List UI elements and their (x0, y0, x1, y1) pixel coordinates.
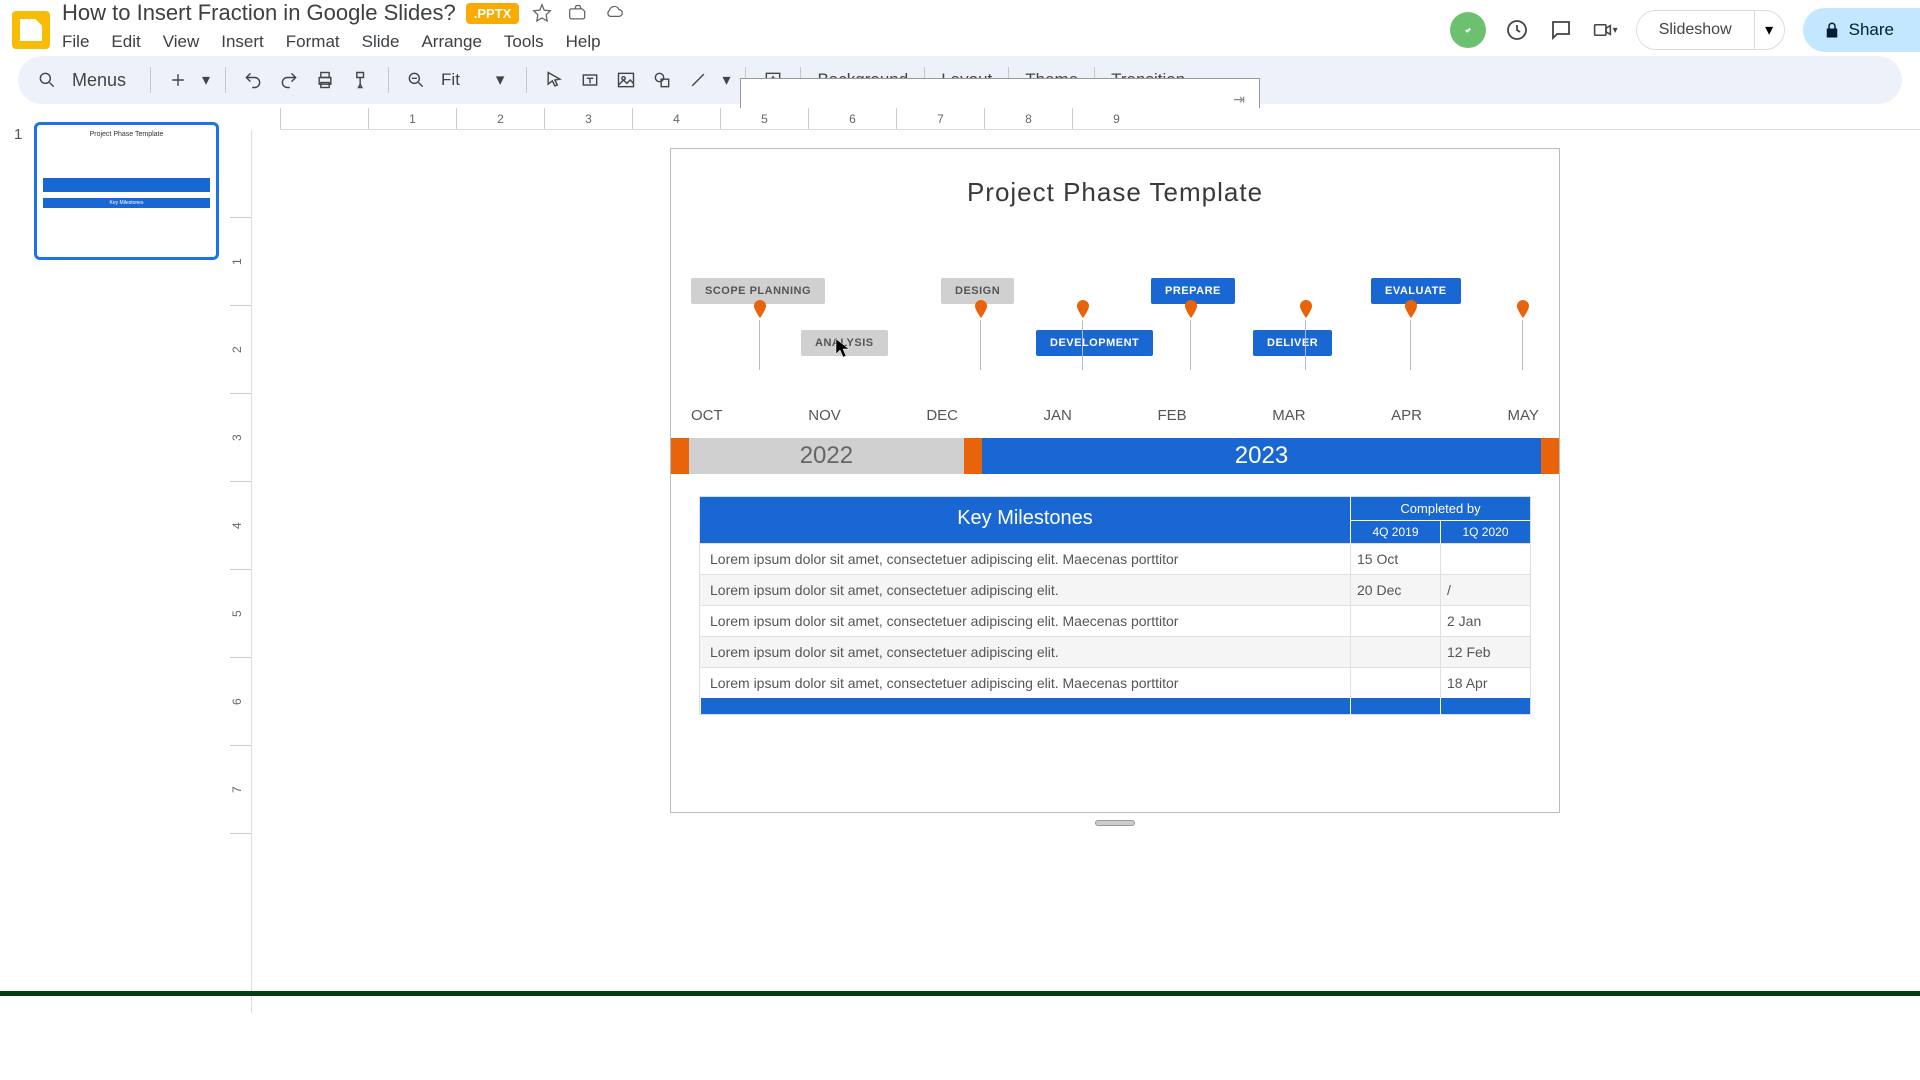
move-icon[interactable] (567, 2, 589, 24)
pin-icon (1076, 300, 1090, 320)
timeline[interactable]: SCOPE PLANNING ANALYSIS DESIGN DEVELOPME… (671, 278, 1559, 438)
menu-insert[interactable]: Insert (221, 32, 264, 52)
pin-icon (974, 300, 988, 320)
row-col1: 15 Oct (1350, 544, 1440, 574)
ruler-vertical: 1234567 (230, 130, 252, 1013)
shape-icon[interactable] (647, 65, 677, 95)
menu-help[interactable]: Help (566, 32, 601, 52)
menu-bar: File Edit View Insert Format Slide Arran… (62, 28, 639, 60)
row-desc: Lorem ipsum dolor sit amet, consectetuer… (700, 544, 1350, 574)
table-row[interactable]: Lorem ipsum dolor sit amet, consectetuer… (700, 605, 1530, 636)
row-col1: 20 Dec (1350, 575, 1440, 605)
pin-icon (1299, 300, 1313, 320)
comments-icon[interactable] (1548, 17, 1574, 43)
slides-logo-icon[interactable] (12, 11, 50, 49)
menu-file[interactable]: File (62, 32, 89, 52)
share-label: Share (1849, 20, 1894, 40)
mouse-cursor-icon (835, 338, 851, 358)
present-camera-icon[interactable]: ▾ (1592, 17, 1618, 43)
menu-view[interactable]: View (163, 32, 200, 52)
row-col2: 18 Apr (1440, 668, 1530, 698)
slideshow-dropdown[interactable]: ▾ (1754, 11, 1784, 49)
row-col2 (1440, 544, 1530, 574)
zoom-select[interactable]: Fit▾ (437, 70, 514, 90)
history-icon[interactable] (1504, 17, 1530, 43)
table-row[interactable]: Lorem ipsum dolor sit amet, consectetuer… (700, 574, 1530, 605)
slide-number: 1 (14, 126, 22, 143)
row-col2: / (1440, 575, 1530, 605)
line-dropdown-icon[interactable]: ▾ (719, 65, 733, 95)
print-icon[interactable] (310, 65, 340, 95)
table-header-main: Key Milestones (700, 497, 1350, 543)
milestone-table[interactable]: Key Milestones Completed by 4Q 2019 1Q 2… (699, 496, 1531, 715)
table-header-col2: 1Q 2020 (1440, 520, 1530, 543)
collaborator-avatar[interactable] (1450, 12, 1486, 48)
thumb-title: Project Phase Template (90, 131, 164, 138)
table-row[interactable]: Lorem ipsum dolor sit amet, consectetuer… (700, 543, 1530, 574)
row-desc: Lorem ipsum dolor sit amet, consectetuer… (700, 606, 1350, 636)
share-button[interactable]: Share (1803, 8, 1920, 52)
pin-icon (1404, 300, 1418, 320)
undo-icon[interactable] (238, 65, 268, 95)
pin-icon (1184, 300, 1198, 320)
year-2022: 2022 (689, 438, 964, 474)
new-slide-dropdown-icon[interactable]: ▾ (199, 65, 213, 95)
row-desc: Lorem ipsum dolor sit amet, consectetuer… (700, 575, 1350, 605)
thumb-yearbar (43, 178, 210, 192)
row-desc: Lorem ipsum dolor sit amet, consectetuer… (700, 668, 1350, 698)
row-col1 (1350, 606, 1440, 636)
table-row[interactable]: Lorem ipsum dolor sit amet, consectetuer… (700, 667, 1530, 698)
document-title[interactable]: How to Insert Fraction in Google Slides? (62, 0, 456, 26)
line-icon[interactable] (683, 65, 713, 95)
row-col2: 2 Jan (1440, 606, 1530, 636)
pin-icon (1516, 300, 1530, 320)
row-col1 (1350, 668, 1440, 698)
slideshow-button-group: Slideshow ▾ (1636, 10, 1785, 50)
new-slide-icon[interactable] (163, 65, 193, 95)
phase-development[interactable]: DEVELOPMENT (1036, 330, 1153, 356)
resize-handle[interactable] (1095, 820, 1135, 826)
search-icon[interactable] (32, 65, 62, 95)
image-icon[interactable] (611, 65, 641, 95)
row-desc: Lorem ipsum dolor sit amet, consectetuer… (700, 637, 1350, 667)
menus-label[interactable]: Menus (72, 70, 126, 91)
select-tool-icon[interactable] (539, 65, 569, 95)
menu-format[interactable]: Format (286, 32, 340, 52)
redo-icon[interactable] (274, 65, 304, 95)
table-row[interactable]: Lorem ipsum dolor sit amet, consectetuer… (700, 636, 1530, 667)
row-col1 (1350, 637, 1440, 667)
pptx-badge: .PPTX (466, 3, 520, 24)
menu-slide[interactable]: Slide (362, 32, 400, 52)
collapse-icon[interactable]: ⇥ (1233, 91, 1245, 108)
phase-deliver[interactable]: DELIVER (1253, 330, 1332, 356)
paint-format-icon[interactable] (346, 65, 376, 95)
cloud-status-icon[interactable] (603, 2, 625, 24)
bottom-edge (0, 991, 1920, 996)
menu-edit[interactable]: Edit (111, 32, 140, 52)
pin-icon (753, 300, 767, 320)
table-header-completed: Completed by (1350, 497, 1530, 520)
slide-title-text[interactable]: Project Phase Template (671, 177, 1559, 208)
year-2023: 2023 (982, 438, 1541, 474)
slide-thumbnail-1[interactable]: Project Phase Template Key Milestones (34, 122, 219, 260)
slideshow-button[interactable]: Slideshow (1637, 11, 1754, 49)
star-icon[interactable] (531, 2, 553, 24)
textbox-icon[interactable] (575, 65, 605, 95)
year-bar[interactable]: 2022 2023 (671, 438, 1559, 474)
table-header-col1: 4Q 2019 (1350, 520, 1440, 543)
zoom-value: Fit (441, 70, 460, 90)
slide-panel: 1 Project Phase Template Key Milestones (0, 108, 230, 1013)
menu-arrange[interactable]: Arrange (421, 32, 481, 52)
month-labels: OCTNOVDECJANFEBMARAPRMAY (691, 407, 1539, 424)
ruler-horizontal: 123456789 (280, 108, 1920, 130)
thumb-milestone: Key Milestones (43, 198, 210, 208)
menu-tools[interactable]: Tools (504, 32, 544, 52)
row-col2: 12 Feb (1440, 637, 1530, 667)
zoom-icon[interactable] (401, 65, 431, 95)
slide-canvas[interactable]: Project Phase Template SCOPE PLANNING AN… (670, 148, 1560, 813)
canvas[interactable]: 123456789 1234567 Project Phase Template… (230, 108, 1920, 1013)
